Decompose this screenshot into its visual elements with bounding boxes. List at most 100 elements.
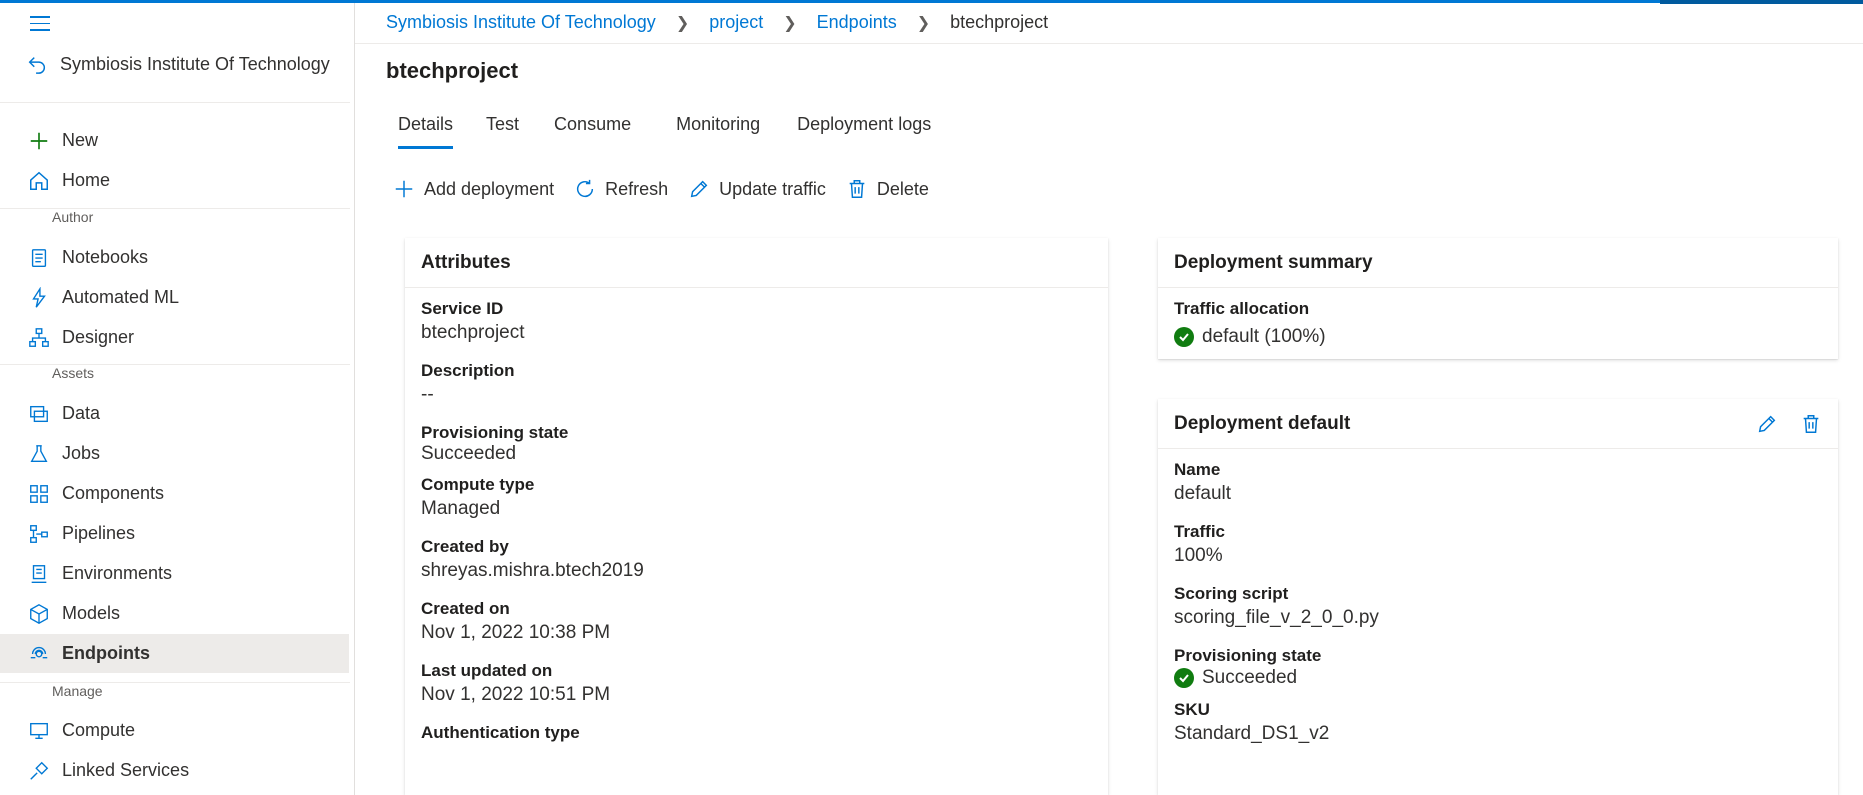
- field-value: btechproject: [421, 322, 525, 343]
- sidebar-item-components[interactable]: Components: [0, 474, 349, 513]
- refresh-icon: [577, 179, 594, 198]
- tab-details[interactable]: Details: [398, 114, 454, 149]
- sidebar-item-label: Pipelines: [62, 523, 136, 543]
- attribute-field: Created by shreyas.mishra.btech2019: [421, 536, 1092, 584]
- tab-deployment-logs[interactable]: Deployment logs: [797, 114, 931, 149]
- back-arrow-icon: [28, 57, 45, 74]
- field-value: Succeeded: [1174, 667, 1822, 689]
- sidebar-item-compute[interactable]: Compute: [0, 711, 349, 750]
- attribute-field: Provisioning state Succeeded: [421, 422, 1092, 464]
- components-icon: [28, 483, 50, 505]
- refresh-label: Refresh: [605, 178, 669, 199]
- chevron-right-icon: ❯: [916, 14, 931, 32]
- add-deployment-button[interactable]: Add deployment: [393, 178, 554, 200]
- field-label: Created by: [421, 537, 509, 556]
- attributes-list: Service ID btechproject Description -- P…: [405, 288, 1108, 768]
- field-value: Succeeded: [421, 443, 517, 464]
- field-label: Traffic allocation: [1174, 299, 1310, 318]
- field-value: Standard_DS1_v2: [1174, 723, 1330, 744]
- field-label: Last updated on: [421, 661, 553, 680]
- traffic-allocation-text: default (100%): [1202, 326, 1326, 347]
- sidebar-item-label: Components: [62, 483, 165, 503]
- delete-label: Delete: [876, 178, 929, 199]
- tab-bar: Details Test Consume Monitoring Deployme…: [398, 114, 964, 149]
- success-check-icon: [1174, 668, 1194, 688]
- sidebar-item-linked-services[interactable]: Linked Services: [0, 751, 349, 790]
- deployment-default-body: Name default Traffic 100% Scoring script…: [1158, 449, 1838, 771]
- sidebar-item-endpoints[interactable]: Endpoints: [0, 634, 349, 673]
- tab-monitoring[interactable]: Monitoring: [676, 114, 760, 149]
- sidebar-item-models[interactable]: Models: [0, 594, 349, 633]
- trash-icon: [849, 180, 865, 198]
- deployment-field: SKU Standard_DS1_v2: [1174, 699, 1822, 747]
- sidebar-item-label: Automated ML: [62, 287, 180, 307]
- section-label-manage: Manage: [52, 683, 103, 699]
- update-traffic-button[interactable]: Update traffic: [688, 178, 826, 200]
- deployment-default-header: Deployment default: [1158, 399, 1838, 449]
- field-label: Created on: [421, 599, 510, 618]
- sidebar-item-designer[interactable]: Designer: [0, 318, 349, 357]
- sidebar-item-pipelines[interactable]: Pipelines: [0, 514, 349, 553]
- sidebar-item-environments[interactable]: Environments: [0, 554, 349, 593]
- plus-icon: [28, 130, 50, 152]
- endpoint-icon: [28, 643, 50, 665]
- sidebar-item-label: New: [62, 130, 99, 150]
- breadcrumb-current: btechproject: [950, 12, 1049, 32]
- home-icon: [28, 170, 50, 192]
- pencil-icon: [690, 180, 708, 198]
- hamburger-menu-icon[interactable]: [30, 16, 50, 32]
- top-accent-bar-right: [1660, 0, 1863, 4]
- sidebar-item-label: Home: [62, 170, 111, 190]
- field-label: Authentication type: [421, 723, 580, 742]
- deployment-default-title: Deployment default: [1174, 412, 1351, 434]
- sidebar-item-label: Notebooks: [62, 247, 149, 267]
- monitor-icon: [28, 720, 50, 742]
- field-label: Provisioning state: [421, 423, 569, 442]
- deployment-summary-card: Deployment summary Traffic allocation de…: [1158, 238, 1838, 359]
- breadcrumb-endpoints[interactable]: Endpoints: [817, 12, 897, 33]
- designer-icon: [28, 327, 50, 349]
- tab-test[interactable]: Test: [486, 114, 519, 149]
- deployment-field: Provisioning state Succeeded: [1174, 645, 1822, 689]
- field-label: Compute type: [421, 475, 535, 494]
- field-label: Provisioning state: [1174, 646, 1322, 665]
- field-label: Description: [421, 361, 515, 380]
- delete-trash-icon[interactable]: [1800, 413, 1822, 435]
- sidebar-item-home[interactable]: Home: [0, 161, 349, 200]
- add-deployment-label: Add deployment: [424, 178, 555, 199]
- workspace-back-link[interactable]: Symbiosis Institute Of Technology: [26, 53, 330, 75]
- field-value: Nov 1, 2022 10:51 PM: [421, 684, 611, 705]
- sidebar-item-notebooks[interactable]: Notebooks: [0, 238, 349, 277]
- tab-consume[interactable]: Consume: [554, 114, 631, 149]
- edit-pencil-icon[interactable]: [1756, 413, 1778, 435]
- sidebar-item-label: Data: [62, 403, 101, 423]
- field-value: shreyas.mishra.btech2019: [421, 560, 644, 581]
- field-label: Traffic: [1174, 522, 1226, 541]
- section-label-assets: Assets: [52, 365, 95, 381]
- field-value: --: [421, 384, 434, 405]
- attribute-field: Service ID btechproject: [421, 298, 1092, 346]
- deployment-default-card: Deployment default Name default Traffic …: [1158, 399, 1838, 795]
- field-value: Managed: [421, 498, 501, 519]
- sidebar-item-data[interactable]: Data: [0, 394, 349, 433]
- refresh-button[interactable]: Refresh: [574, 178, 668, 200]
- breadcrumb-project[interactable]: project: [709, 12, 763, 33]
- flask-icon: [28, 443, 50, 465]
- deployment-summary-title: Deployment summary: [1174, 251, 1373, 273]
- sidebar-item-new[interactable]: New: [0, 121, 349, 160]
- success-check-icon: [1174, 327, 1194, 347]
- attribute-field: Description --: [421, 360, 1092, 408]
- attribute-field: Compute type Managed: [421, 474, 1092, 522]
- plus-icon: [395, 180, 413, 198]
- field-value: scoring_file_v_2_0_0.py: [1174, 607, 1379, 628]
- field-label: Scoring script: [1174, 584, 1289, 603]
- sidebar-item-jobs[interactable]: Jobs: [0, 434, 349, 473]
- breadcrumb-workspace[interactable]: Symbiosis Institute Of Technology: [386, 12, 656, 33]
- deployment-actions: [1756, 413, 1822, 435]
- header-divider: [355, 43, 1863, 44]
- deployment-field: Traffic 100%: [1174, 521, 1822, 569]
- sidebar-item-automated-ml[interactable]: Automated ML: [0, 278, 349, 317]
- sidebar: Symbiosis Institute Of Technology New Ho…: [0, 3, 355, 795]
- deployment-field: Scoring script scoring_file_v_2_0_0.py: [1174, 583, 1822, 631]
- delete-button[interactable]: Delete: [846, 178, 929, 200]
